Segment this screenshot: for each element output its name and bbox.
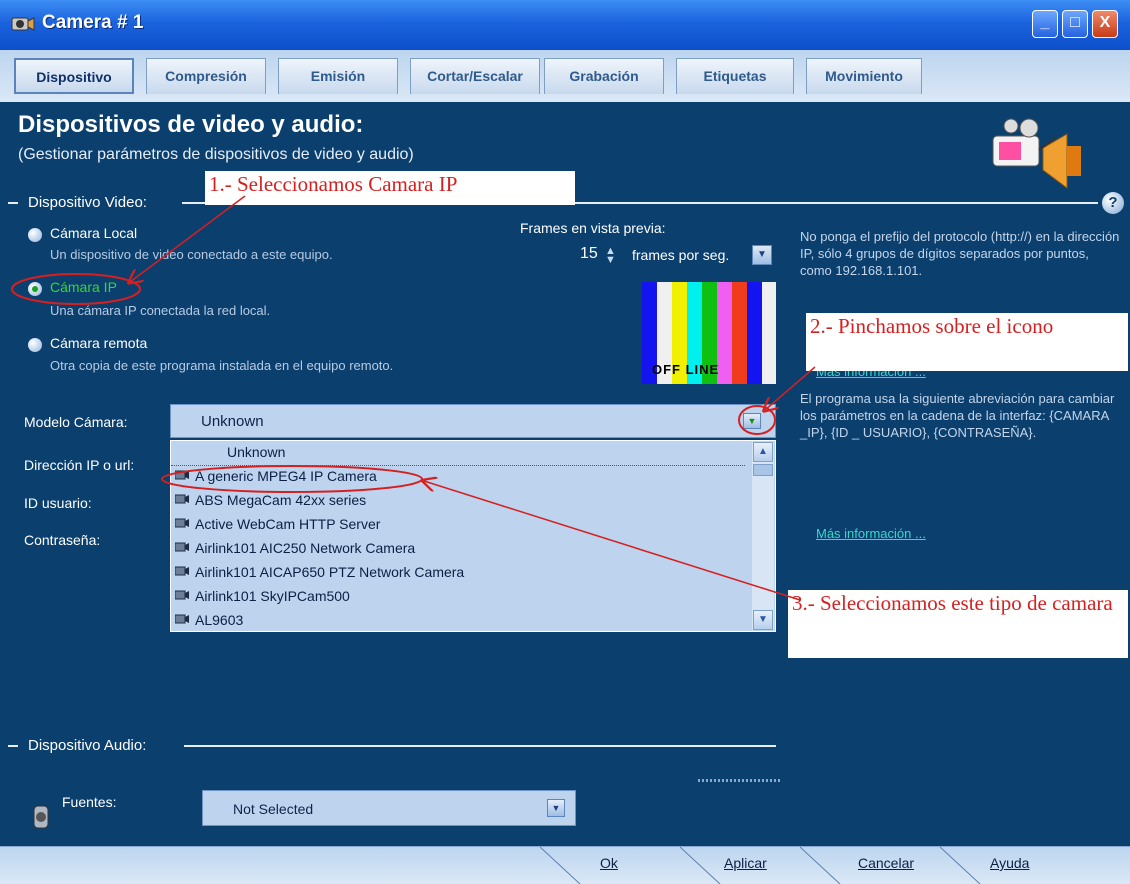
camera-icon: [175, 614, 189, 624]
list-item[interactable]: Airlink101 AICAP650 PTZ Network Camera: [171, 561, 745, 585]
ip-prefix-info: No ponga el prefijo del protocolo (http:…: [800, 229, 1120, 278]
user-id-label: ID usuario:: [24, 495, 92, 511]
frames-preview-label: Frames en vista previa:: [520, 220, 666, 236]
video-section-label: Dispositivo Video:: [28, 194, 147, 211]
tab-bar: Dispositivo Compresión Emisión Cortar/Es…: [0, 50, 1130, 102]
audio-sources-value: Not Selected: [233, 801, 314, 817]
close-button[interactable]: X: [1092, 10, 1118, 38]
video-camera-icon: [992, 118, 1081, 189]
offline-text: OFF LINE: [652, 362, 720, 377]
camara-local-label: Cámara Local: [50, 225, 138, 241]
annotation-step-3: 3.- Seleccionamos este tipo de camara: [788, 590, 1128, 658]
camera-icon: [175, 590, 189, 600]
main-panel: Dispositivos de video y audio: (Gestiona…: [0, 102, 1130, 846]
list-item[interactable]: Unknown: [171, 441, 745, 466]
minimize-button[interactable]: _: [1032, 10, 1058, 38]
camara-ip-desc: Una cámara IP conectada la red local.: [50, 303, 271, 318]
page-title: Dispositivos de video y audio:: [18, 111, 364, 138]
audio-level-meter: [698, 779, 780, 782]
password-label: Contraseña:: [24, 532, 101, 548]
camera-app-icon: [11, 17, 35, 31]
radio-camara-local[interactable]: [28, 228, 42, 242]
list-item[interactable]: Airlink101 SkyIPCam500: [171, 585, 745, 609]
camera-icon: [175, 494, 189, 504]
window-title: Camera # 1: [42, 12, 144, 33]
model-label: Modelo Cámara:: [24, 414, 128, 430]
fps-unit-label: frames por seg.: [632, 247, 730, 263]
tab-grabacion[interactable]: Grabación: [544, 58, 664, 94]
camera-icon: [175, 470, 189, 480]
model-list-scrollbar[interactable]: ▲ ▼: [752, 442, 774, 630]
fps-value[interactable]: 15: [580, 245, 598, 263]
ok-button[interactable]: Ok: [600, 855, 618, 871]
radio-camara-ip[interactable]: [28, 282, 42, 296]
apply-button[interactable]: Aplicar: [724, 855, 767, 871]
page-subtitle: (Gestionar parámetros de dispositivos de…: [18, 146, 414, 163]
fps-dropdown-button[interactable]: ▼: [752, 245, 772, 265]
list-item[interactable]: Airlink101 AIC250 Network Camera: [171, 537, 745, 561]
video-section-line-left: [8, 202, 18, 204]
fps-spinner-icon[interactable]: ▲ ▼: [605, 246, 617, 266]
more-info-link-2[interactable]: Más información ...: [816, 526, 926, 541]
camera-icon: [175, 518, 189, 528]
audio-section-label: Dispositivo Audio:: [28, 737, 147, 754]
camera-icon: [175, 566, 189, 576]
button-separator: [540, 847, 581, 884]
button-separator: [800, 847, 841, 884]
scroll-thumb[interactable]: [753, 464, 773, 476]
scroll-down-icon[interactable]: ▼: [753, 610, 773, 630]
camera-model-dropdown-button[interactable]: ▼: [743, 413, 761, 429]
list-item[interactable]: ABS MegaCam 42xx series: [171, 489, 745, 513]
camera-model-combo[interactable]: Unknown ▼: [170, 404, 776, 438]
tab-compresion[interactable]: Compresión: [146, 58, 266, 94]
camera-model-list[interactable]: Unknown A generic MPEG4 IP Camera ABS Me…: [170, 440, 776, 632]
camara-local-desc: Un dispositivo de video conectado a este…: [50, 247, 333, 262]
help-icon[interactable]: ?: [1102, 192, 1124, 214]
audio-sources-combo[interactable]: Not Selected ▼: [202, 790, 576, 826]
tab-emision[interactable]: Emisión: [278, 58, 398, 94]
camara-remota-label: Cámara remota: [50, 335, 148, 351]
tab-dispositivo[interactable]: Dispositivo: [14, 58, 134, 94]
annotation-step-1: 1.- Seleccionamos Camara IP: [205, 171, 575, 205]
bottom-button-bar: Ok Aplicar Cancelar Ayuda: [0, 846, 1130, 884]
list-item[interactable]: AL9603: [171, 609, 745, 633]
tab-etiquetas[interactable]: Etiquetas: [676, 58, 794, 94]
audio-sources-dropdown-button[interactable]: ▼: [547, 799, 565, 817]
cancel-button[interactable]: Cancelar: [858, 855, 914, 871]
list-item[interactable]: Active WebCam HTTP Server: [171, 513, 745, 537]
annotation-step-2: 2.- Pinchamos sobre el icono: [806, 313, 1128, 371]
speaker-icon: [33, 805, 49, 829]
ip-url-label: Dirección IP o url:: [24, 457, 135, 473]
camera-model-value: Unknown: [201, 413, 264, 430]
help-button[interactable]: Ayuda: [990, 855, 1029, 871]
camera-icon: [175, 542, 189, 552]
abbreviation-info: El programa usa la siguiente abreviación…: [800, 391, 1115, 440]
tab-cortar-escalar[interactable]: Cortar/Escalar: [410, 58, 540, 94]
scroll-up-icon[interactable]: ▲: [753, 442, 773, 462]
camara-ip-label: Cámara IP: [50, 279, 117, 295]
list-item[interactable]: A generic MPEG4 IP Camera: [171, 465, 745, 489]
camara-remota-desc: Otra copia de este programa instalada en…: [50, 358, 394, 373]
radio-camara-remota[interactable]: [28, 338, 42, 352]
maximize-button[interactable]: □: [1062, 10, 1088, 38]
title-bar: Camera # 1 _ □ X: [0, 0, 1130, 50]
audio-section-line-left: [8, 745, 18, 747]
sources-label: Fuentes:: [62, 794, 117, 810]
tab-movimiento[interactable]: Movimiento: [806, 58, 922, 94]
audio-section-line: [184, 745, 776, 747]
